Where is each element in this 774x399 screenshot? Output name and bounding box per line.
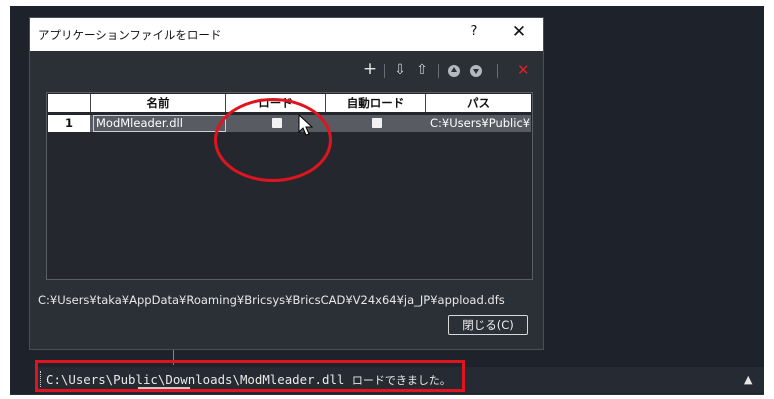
appload-file-path: C:¥Users¥taka¥AppData¥Roaming¥Bricsys¥Br… xyxy=(38,293,505,307)
add-file-icon[interactable]: + xyxy=(362,59,378,79)
toolbar-separator xyxy=(438,64,439,78)
column-header-index xyxy=(48,94,91,112)
autoload-checkbox[interactable] xyxy=(372,118,382,128)
column-header-path[interactable]: パス xyxy=(426,94,531,112)
row-index: 1 xyxy=(48,115,90,132)
help-button[interactable]: ? xyxy=(464,24,484,39)
arrow-down-circle-icon[interactable] xyxy=(470,65,482,77)
unload-icon[interactable]: ⇧ xyxy=(414,62,430,78)
column-header-autoload[interactable]: 自動ロード xyxy=(326,94,426,112)
close-dialog-button[interactable]: 閉じる(C) xyxy=(448,315,528,335)
close-icon[interactable]: ✕ xyxy=(508,22,530,42)
annotation-highlight-box xyxy=(35,360,465,392)
dialog-title: アプリケーションファイルをロード xyxy=(38,28,222,42)
column-header-name[interactable]: 名前 xyxy=(91,94,226,112)
command-history-expand-icon[interactable]: ▲ xyxy=(744,373,752,386)
toolbar-separator xyxy=(497,64,498,78)
annotation-highlight-circle xyxy=(214,98,332,182)
row-path: C:¥Users¥Public¥D xyxy=(430,116,531,130)
canvas-border xyxy=(10,394,764,395)
arrow-up-circle-icon[interactable] xyxy=(448,65,460,77)
dialog-titlebar[interactable]: アプリケーションファイルをロード ? ✕ xyxy=(30,18,543,51)
remove-file-icon[interactable]: ✕ xyxy=(517,61,530,79)
load-application-dialog: アプリケーションファイルをロード ? ✕ + ⇩ ⇧ ✕ 名前 ロード 自動ロー… xyxy=(30,18,543,349)
row-name: ModMleader.dll xyxy=(93,115,226,132)
toolbar-separator xyxy=(384,64,385,78)
load-icon[interactable]: ⇩ xyxy=(392,62,408,78)
